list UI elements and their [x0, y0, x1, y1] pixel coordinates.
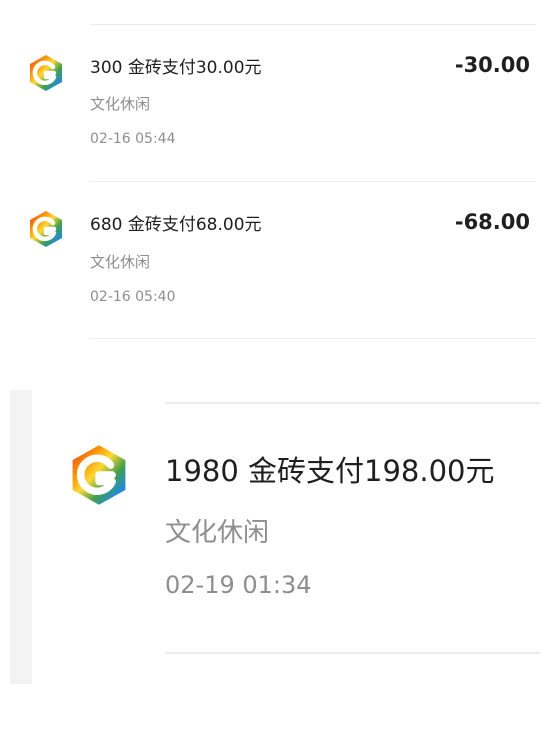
transaction-row[interactable]: 680 金砖支付68.00元 文化休闲 02-16 05:40 -68.00	[0, 0, 550, 340]
transaction-time: 02-19 01:34	[165, 571, 312, 599]
zoom-panel-edge	[10, 390, 32, 684]
transaction-amount: -68.00	[454, 210, 530, 234]
transaction-category: 文化休闲	[165, 518, 270, 548]
list-divider	[165, 402, 540, 404]
transaction-title: 1980 金砖支付198.00元	[165, 454, 495, 488]
transaction-category: 文化休闲	[90, 253, 151, 271]
list-divider	[90, 338, 536, 339]
list-divider	[165, 652, 540, 654]
zoomed-transaction-panel[interactable]: 1980 金砖支付198.00元 文化休闲 02-19 01:34	[0, 390, 550, 684]
app-logo-icon	[26, 209, 66, 249]
transaction-title: 680 金砖支付68.00元	[90, 215, 262, 235]
transaction-time: 02-16 05:40	[90, 289, 176, 305]
app-logo-icon	[66, 442, 132, 508]
